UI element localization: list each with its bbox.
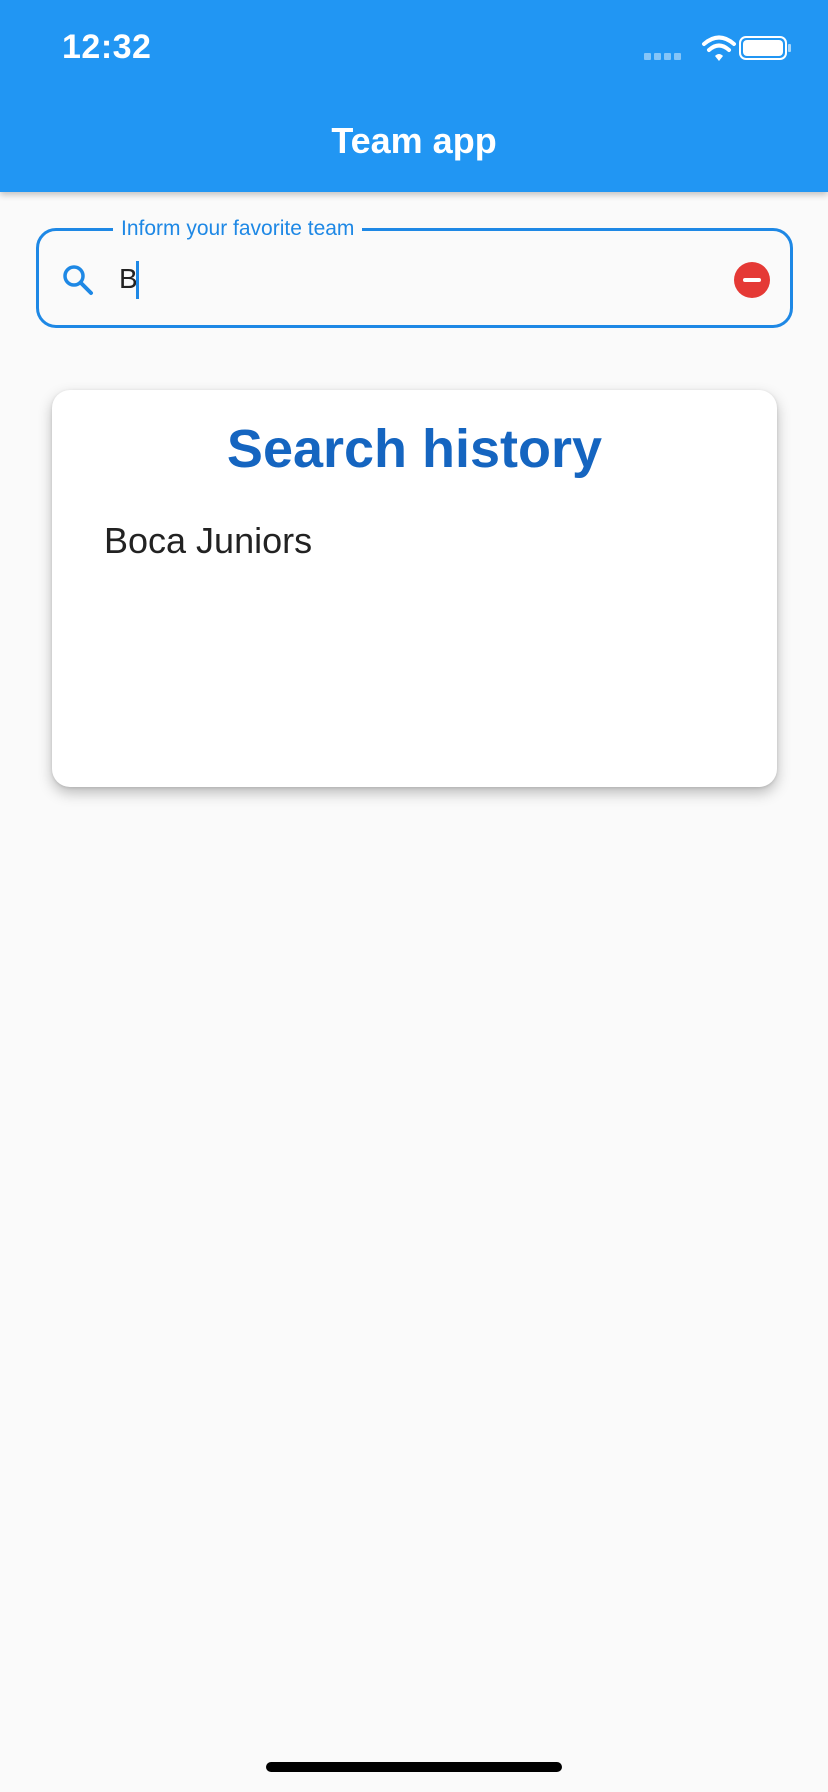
team-search-input[interactable]: B bbox=[119, 261, 138, 297]
team-search-field[interactable]: Inform your favorite team B bbox=[36, 215, 793, 328]
search-history-card: Search history Boca Juniors bbox=[52, 390, 777, 787]
wifi-icon bbox=[702, 35, 736, 61]
page-title: Team app bbox=[331, 120, 497, 161]
battery-icon bbox=[739, 36, 791, 60]
history-item[interactable]: Boca Juniors bbox=[104, 520, 312, 562]
clear-search-button[interactable] bbox=[734, 262, 770, 298]
search-icon bbox=[63, 265, 93, 295]
search-history-title: Search history bbox=[226, 419, 603, 479]
team-search-label: Inform your favorite team bbox=[113, 215, 363, 243]
signal-icon bbox=[644, 53, 681, 60]
text-caret bbox=[136, 261, 139, 299]
status-icons bbox=[644, 35, 791, 61]
home-indicator bbox=[266, 1762, 562, 1772]
app-bar: 12:32 Team app bbox=[0, 0, 828, 192]
status-time: 12:32 bbox=[62, 28, 152, 66]
